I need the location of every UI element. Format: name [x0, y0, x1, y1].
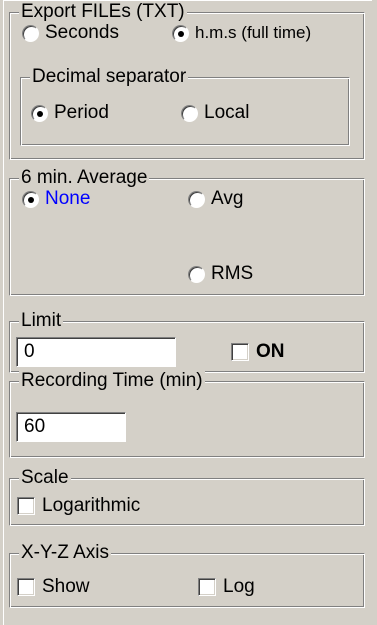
limit-on-checkbox[interactable]: ON	[231, 342, 285, 362]
scale-title: Scale	[19, 467, 71, 488]
average-rms-radio-indicator[interactable]	[188, 265, 205, 283]
average-rms-radio[interactable]: RMS	[188, 264, 253, 284]
local-radio[interactable]: Local	[181, 103, 249, 123]
logarithmic-checkbox-box[interactable]	[17, 497, 35, 515]
xyz-log-label: Log	[223, 576, 255, 597]
average-rms-label: RMS	[211, 263, 254, 284]
six-min-average-group: 6 min. Average None Avg RMS	[9, 168, 365, 296]
recording-time-group: Recording Time (min) 60	[9, 371, 365, 458]
six-min-average-title: 6 min. Average	[19, 167, 150, 188]
period-radio[interactable]: Period	[31, 103, 109, 123]
xyz-show-checkbox[interactable]: Show	[17, 577, 90, 597]
period-radio-indicator[interactable]	[31, 104, 48, 122]
period-label: Period	[54, 102, 109, 123]
average-avg-label: Avg	[211, 188, 244, 209]
limit-on-label: ON	[256, 341, 285, 362]
export-files-group: Export FILEs (TXT) Seconds h.m.s (full t…	[9, 2, 365, 160]
seconds-radio[interactable]: Seconds	[22, 23, 119, 43]
average-none-radio-indicator[interactable]	[22, 190, 39, 208]
xyz-show-checkbox-box[interactable]	[17, 578, 35, 596]
seconds-radio-indicator[interactable]	[22, 24, 39, 42]
average-avg-radio[interactable]: Avg	[188, 189, 243, 209]
average-none-label: None	[45, 188, 91, 209]
seconds-label: Seconds	[45, 22, 119, 43]
average-none-radio[interactable]: None	[22, 189, 90, 209]
xyz-log-checkbox[interactable]: Log	[198, 577, 255, 597]
limit-group: Limit 0 ON	[9, 311, 365, 373]
local-radio-indicator[interactable]	[181, 104, 198, 122]
hms-full-time-radio-indicator[interactable]	[172, 24, 189, 42]
decimal-separator-group: Decimal separator Period Local	[20, 67, 350, 146]
average-avg-radio-indicator[interactable]	[188, 190, 205, 208]
settings-panel: Export FILEs (TXT) Seconds h.m.s (full t…	[3, 0, 372, 625]
local-label: Local	[204, 102, 250, 123]
xyz-axis-group: X-Y-Z Axis Show Log	[9, 543, 365, 608]
xyz-show-label: Show	[42, 576, 90, 597]
hms-full-time-label: h.m.s (full time)	[195, 23, 312, 42]
decimal-separator-title: Decimal separator	[30, 66, 189, 87]
logarithmic-label: Logarithmic	[42, 495, 141, 516]
xyz-axis-title: X-Y-Z Axis	[19, 542, 111, 563]
export-files-title: Export FILEs (TXT)	[19, 1, 187, 22]
logarithmic-checkbox[interactable]: Logarithmic	[17, 496, 140, 516]
hms-full-time-radio[interactable]: h.m.s (full time)	[172, 23, 311, 43]
limit-input[interactable]: 0	[16, 337, 176, 367]
recording-time-title: Recording Time (min)	[19, 370, 205, 391]
xyz-log-checkbox-box[interactable]	[198, 578, 216, 596]
limit-title: Limit	[19, 310, 64, 331]
limit-on-checkbox-box[interactable]	[231, 343, 249, 361]
scale-group: Scale Logarithmic	[9, 468, 365, 526]
recording-time-input[interactable]: 60	[16, 412, 126, 442]
